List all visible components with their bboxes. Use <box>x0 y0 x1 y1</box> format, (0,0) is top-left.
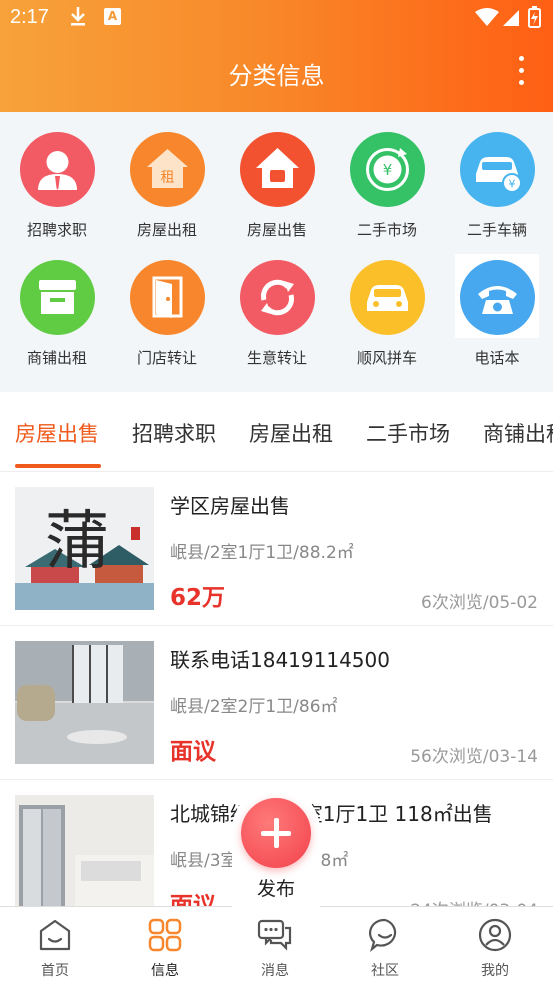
transfer-cycle-icon <box>239 260 315 335</box>
app-notification-icon: A <box>104 8 121 25</box>
category-label: 房屋出售 <box>246 221 307 239</box>
category-business-transfer[interactable]: 生意转让 <box>222 260 332 380</box>
category-phonebook[interactable]: 电话本 <box>442 254 552 380</box>
nav-profile[interactable]: 我的 <box>440 907 550 984</box>
phone-icon <box>459 260 535 335</box>
listing-meta: 6次浏览/05-02 <box>421 593 538 613</box>
listing-title: 联系电话18419114500 <box>170 648 390 672</box>
list-item[interactable]: 蒲 学区房屋出售 岷县/2室1厅1卫/88.2㎡ 62万 6次浏览/05-02 <box>0 472 553 626</box>
plus-icon[interactable] <box>241 798 311 868</box>
svg-text:租: 租 <box>160 170 174 186</box>
listing-thumbnail <box>15 795 154 918</box>
category-label: 生意转让 <box>246 349 307 367</box>
house-sale-icon <box>239 132 315 207</box>
nav-label: 首页 <box>41 963 69 979</box>
page-title: 分类信息 <box>228 62 325 90</box>
category-label: 二手车辆 <box>466 221 527 239</box>
nav-home[interactable]: 首页 <box>0 907 110 984</box>
category-label: 二手市场 <box>356 221 417 239</box>
yuan-cycle-icon: ¥ <box>349 132 425 207</box>
category-carpool[interactable]: 顺风拼车 <box>332 260 442 380</box>
listing-thumbnail <box>15 641 154 764</box>
category-house-rent[interactable]: 租 房屋出租 <box>112 132 222 252</box>
publish-button[interactable]: 发布 <box>232 786 320 916</box>
house-rent-icon: 租 <box>129 132 205 207</box>
category-house-sale[interactable]: 房屋出售 <box>222 132 332 252</box>
thumb-calligraphy: 蒲 <box>45 505 109 579</box>
grid-info-icon <box>147 917 183 953</box>
listing-title: 北城锦绣华府3室1厅1卫 118㎡出售 <box>170 802 493 826</box>
category-secondhand[interactable]: ¥ 二手市场 <box>332 132 442 252</box>
category-tabs: 房屋出售 招聘求职 房屋出租 二手市场 商铺出租 <box>0 392 553 472</box>
svg-text:¥: ¥ <box>508 178 515 191</box>
status-bar: 2:17 A <box>0 0 553 38</box>
listing-thumbnail: 蒲 <box>15 487 154 610</box>
more-menu-icon[interactable] <box>517 56 525 94</box>
category-label: 电话本 <box>474 349 520 367</box>
category-shop-rent[interactable]: 商铺出租 <box>2 260 112 380</box>
active-tab-indicator <box>15 464 101 468</box>
nav-community[interactable]: 社区 <box>330 907 440 984</box>
nav-info[interactable]: 信息 <box>110 907 220 984</box>
bottom-navigation: 首页 信息 消息 社区 我的 <box>0 906 553 984</box>
category-recruit[interactable]: 招聘求职 <box>2 132 112 252</box>
category-label: 招聘求职 <box>26 221 87 239</box>
door-icon <box>129 260 205 335</box>
listing-detail: 岷县/2室1厅1卫/88.2㎡ <box>170 543 354 563</box>
app-header: 2:17 A 分类信息 <box>0 0 553 112</box>
tab-secondhand[interactable]: 二手市场 <box>366 418 450 448</box>
svg-text:¥: ¥ <box>382 161 392 179</box>
car-yuan-icon: ¥ <box>459 132 535 207</box>
tab-recruit[interactable]: 招聘求职 <box>132 418 216 448</box>
nav-label: 我的 <box>481 963 509 979</box>
list-item[interactable]: 联系电话18419114500 岷县/2室2厅1卫/86㎡ 面议 56次浏览/0… <box>0 626 553 780</box>
nav-label: 社区 <box>371 963 399 979</box>
listing-detail: 岷县/2室2厅1卫/86㎡ <box>170 697 338 717</box>
nav-messages[interactable]: 消息 <box>220 907 330 984</box>
tab-house-sale[interactable]: 房屋出售 <box>15 418 99 448</box>
category-label: 房屋出租 <box>136 221 197 239</box>
shop-icon <box>19 260 95 335</box>
status-time: 2:17 <box>10 6 49 28</box>
community-chat-icon <box>367 917 403 953</box>
tab-house-rent[interactable]: 房屋出租 <box>249 418 333 448</box>
home-icon <box>37 917 73 953</box>
message-icon <box>257 917 293 953</box>
tab-shop-rent[interactable]: 商铺出租 <box>483 418 553 448</box>
category-used-cars[interactable]: ¥ 二手车辆 <box>442 132 552 252</box>
category-label: 门店转让 <box>136 349 197 367</box>
listing-price: 面议 <box>170 739 216 765</box>
profile-icon <box>477 917 513 953</box>
category-grid: 招聘求职 租 房屋出租 房屋出售 ¥ 二手市场 ¥ 二手车辆 商铺出租 门店转让… <box>0 112 553 392</box>
publish-label: 发布 <box>256 878 295 900</box>
listing-title: 学区房屋出售 <box>170 494 290 518</box>
listing-meta: 56次浏览/03-14 <box>410 747 538 767</box>
nav-label: 信息 <box>151 963 179 979</box>
listing-price: 62万 <box>170 585 226 611</box>
carpool-icon <box>349 260 425 335</box>
nav-label: 消息 <box>261 963 289 979</box>
recruit-person-icon <box>19 132 95 207</box>
status-icons <box>475 6 541 28</box>
category-label: 商铺出租 <box>26 349 87 367</box>
category-store-transfer[interactable]: 门店转让 <box>112 260 222 380</box>
category-label: 顺风拼车 <box>356 349 417 367</box>
download-icon <box>71 7 85 26</box>
